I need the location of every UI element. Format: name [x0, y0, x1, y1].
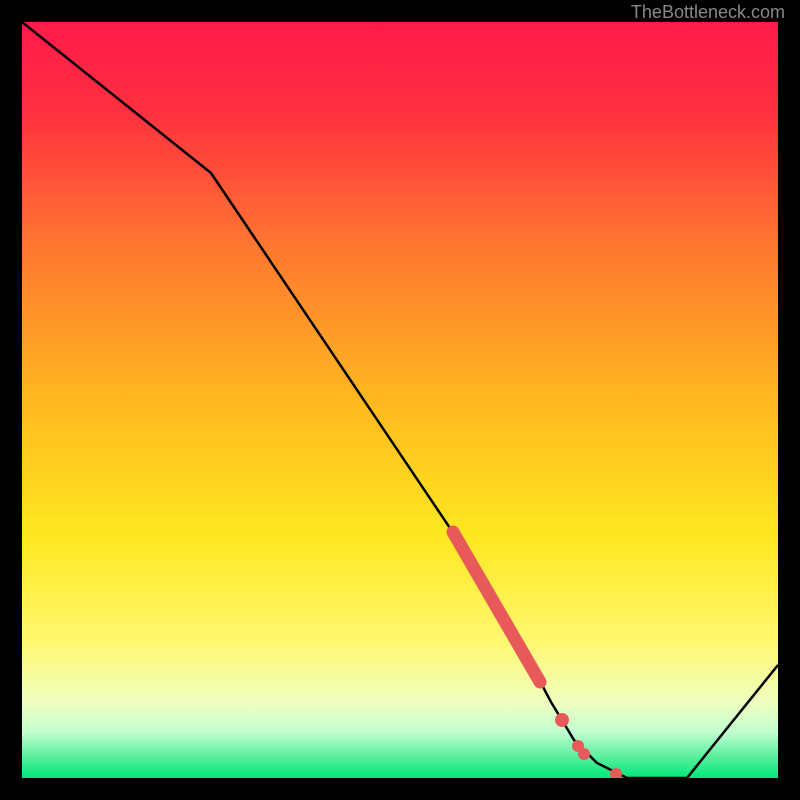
- highlight-dot: [578, 748, 590, 760]
- chart-container: TheBottleneck.com: [0, 0, 800, 800]
- watermark-text: TheBottleneck.com: [631, 2, 785, 23]
- chart-svg: [22, 22, 778, 778]
- gradient-background: [22, 22, 778, 778]
- highlight-dot: [555, 713, 569, 727]
- plot-area: [22, 22, 778, 778]
